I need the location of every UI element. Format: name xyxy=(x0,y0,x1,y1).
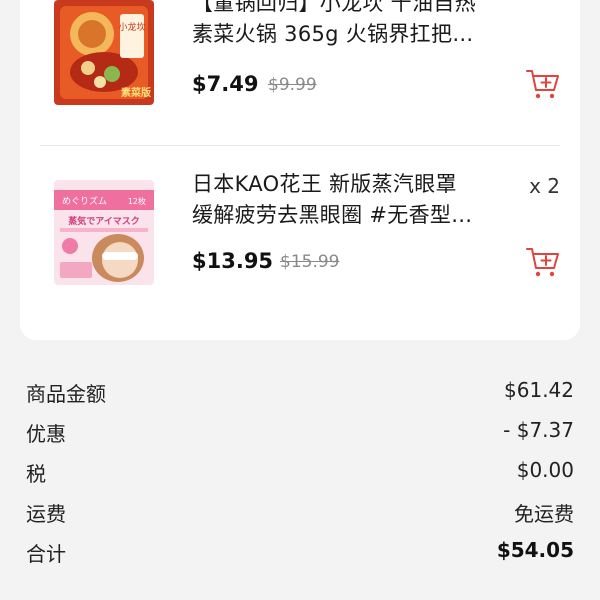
summary-row-discount: 优惠 - $7.37 xyxy=(26,418,574,458)
shipping-value: 免运费 xyxy=(514,502,574,526)
summary-row-total: 合计 $54.05 xyxy=(26,538,574,578)
thumb-brand-text: めぐりズム xyxy=(62,195,107,207)
original-price: $9.99 xyxy=(268,75,317,95)
add-to-cart-button[interactable] xyxy=(526,246,560,278)
tax-label: 税 xyxy=(26,462,46,486)
product-title-line2: 缓解疲劳去黑眼圈 #无香型… xyxy=(192,203,473,227)
sale-price: $7.49 xyxy=(192,72,259,96)
thumb-variant-text: 素菜版 xyxy=(121,86,151,99)
summary-row-subtotal: 商品金额 $61.42 xyxy=(26,378,574,418)
total-label: 合计 xyxy=(26,542,66,566)
subtotal-label: 商品金额 xyxy=(26,382,106,406)
summary-row-shipping: 运费 免运费 xyxy=(26,498,574,538)
discount-value: - $7.37 xyxy=(503,418,574,442)
original-price: $15.99 xyxy=(280,252,340,272)
product-title-line1: 日本KAO花王 新版蒸汽眼罩 xyxy=(192,172,457,196)
product-thumbnail[interactable]: 小龙坎 素菜版 xyxy=(54,0,154,105)
quantity-label: x 2 xyxy=(529,174,560,198)
cart-item[interactable]: めぐりズム 12枚 蒸気でアイマスク 日本KAO花王 新版蒸汽眼罩 缓解疲劳去黑… xyxy=(20,145,580,310)
product-title-line2: 素菜火锅 365g 火锅界扛把… xyxy=(192,22,474,46)
sale-price: $13.95 xyxy=(192,249,274,273)
product-title[interactable]: 日本KAO花王 新版蒸汽眼罩 缓解疲劳去黑眼圈 #无香型… xyxy=(192,169,492,231)
thumb-brand-text: 小龙坎 xyxy=(118,21,145,33)
tax-value: $0.00 xyxy=(516,458,574,482)
add-to-cart-button[interactable] xyxy=(526,68,560,100)
shipping-label: 运费 xyxy=(26,502,66,526)
thumb-product-text: 蒸気でアイマスク xyxy=(68,215,140,227)
summary-row-tax: 税 $0.00 xyxy=(26,458,574,498)
total-value: $54.05 xyxy=(496,538,574,562)
add-to-cart-icon xyxy=(526,248,559,277)
product-thumbnail[interactable]: めぐりズム 12枚 蒸気でアイマスク xyxy=(54,180,154,285)
thumb-count-text: 12枚 xyxy=(128,196,146,206)
subtotal-value: $61.42 xyxy=(504,378,574,402)
cart-item[interactable]: 小龙坎 素菜版 【董锅回归】小龙坎 千油自热 素菜火锅 365g 火锅界扛把… … xyxy=(20,0,580,145)
product-title-line1: 【董锅回归】小龙坎 千油自热 xyxy=(192,0,476,15)
cart-items-card: 小龙坎 素菜版 【董锅回归】小龙坎 千油自热 素菜火锅 365g 火锅界扛把… … xyxy=(20,0,580,340)
discount-label: 优惠 xyxy=(26,422,66,446)
product-title[interactable]: 【董锅回归】小龙坎 千油自热 素菜火锅 365g 火锅界扛把… xyxy=(192,0,492,50)
add-to-cart-icon xyxy=(526,70,559,99)
